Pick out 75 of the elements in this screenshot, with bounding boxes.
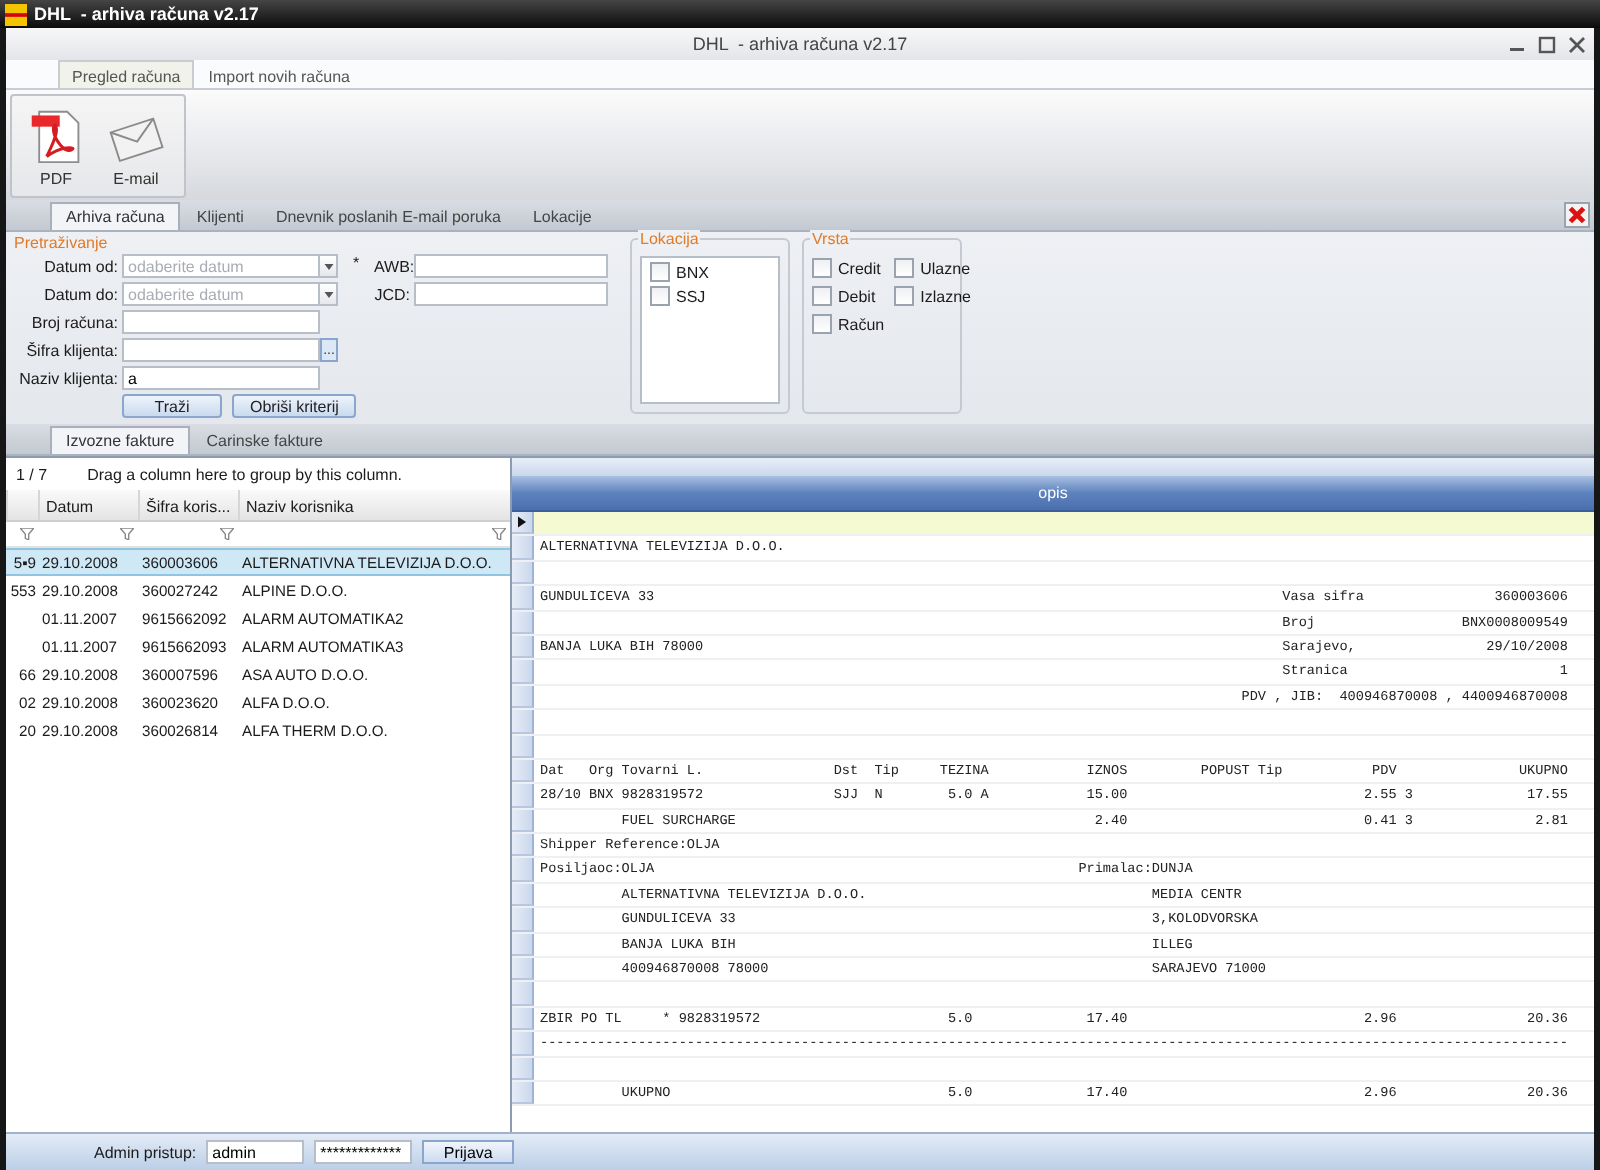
checkbox[interactable]: [812, 258, 832, 278]
tab[interactable]: Dnevnik poslanih E-mail poruka: [259, 202, 517, 230]
field-label: Šifra klijenta:: [24, 341, 120, 359]
pdf-button[interactable]: PDF: [20, 96, 92, 196]
group-hint: Drag a column here to group by this column.: [87, 466, 402, 480]
checkbox[interactable]: [650, 262, 670, 282]
input-field[interactable]: [414, 254, 608, 278]
tab[interactable]: Arhiva računa: [50, 202, 181, 230]
record-counter: 1 / 7: [16, 466, 48, 480]
report-row[interactable]: [512, 982, 1594, 1008]
input-field[interactable]: [122, 338, 320, 362]
tab[interactable]: Klijenti: [180, 202, 260, 230]
window-title: DHL - arhiva računa v2.17: [34, 4, 259, 24]
filter-icon[interactable]: [20, 528, 34, 540]
close-icon[interactable]: [1564, 202, 1590, 228]
input-field[interactable]: a: [122, 366, 320, 390]
tab[interactable]: Carinske fakture: [190, 426, 339, 454]
checkbox-label: Izlazne: [920, 287, 971, 305]
pdf-file-icon: [28, 106, 84, 166]
checkbox[interactable]: [894, 258, 915, 278]
group-title: Lokacija: [638, 230, 701, 248]
column-header[interactable]: Datum: [38, 490, 138, 520]
field-label: Admin pristup:: [94, 1143, 197, 1161]
maximize-icon[interactable]: [1538, 35, 1556, 53]
ribbon-tab[interactable]: Pregled računa: [58, 60, 195, 88]
checkbox-label: Credit: [838, 259, 881, 277]
checkbox[interactable]: [894, 286, 915, 306]
login-button[interactable]: Prijava: [422, 1140, 515, 1164]
checkbox[interactable]: [650, 286, 670, 306]
row-header[interactable]: [512, 512, 534, 535]
report-row[interactable]: [512, 710, 1594, 736]
checkbox-label: Račun: [838, 315, 885, 333]
app-caption: DHL - arhiva računa v2.17: [692, 34, 908, 54]
checkbox-label: BNX: [676, 263, 709, 281]
date-field[interactable]: odaberite datum: [122, 282, 320, 306]
checkbox-label: Debit: [838, 287, 876, 305]
field-label: Naziv klijenta:: [17, 369, 120, 387]
dropdown-button[interactable]: [320, 282, 338, 306]
filter-icon[interactable]: [492, 528, 506, 540]
input-field[interactable]: [414, 282, 608, 306]
app-logo-icon: [4, 3, 28, 25]
filter-icon[interactable]: [220, 528, 234, 540]
password-field[interactable]: *************: [314, 1140, 413, 1164]
group-title: Vrsta: [810, 230, 851, 248]
email-button[interactable]: E-mail: [100, 96, 172, 196]
required-mark: *: [350, 253, 362, 275]
caret-icon: [323, 263, 333, 269]
tab[interactable]: Izvozne fakture: [50, 426, 191, 454]
date-field[interactable]: odaberite datum: [122, 254, 320, 278]
filter-icon[interactable]: [120, 528, 134, 540]
clear-button[interactable]: Obriši kriterij: [232, 394, 357, 418]
row-pointer-icon: [518, 516, 526, 529]
field-label: JCD:: [374, 285, 412, 303]
checkbox[interactable]: [812, 286, 832, 306]
column-header[interactable]: opis: [512, 476, 1594, 512]
checkbox[interactable]: [812, 314, 832, 334]
checkbox-label: Ulazne: [920, 259, 971, 277]
column-header[interactable]: Šifra koris...: [138, 490, 238, 520]
tab[interactable]: Lokacije: [516, 202, 608, 230]
username-field[interactable]: admin: [206, 1140, 305, 1164]
input-field[interactable]: [122, 310, 320, 334]
ribbon-tab[interactable]: Import novih računa: [194, 60, 364, 88]
close-icon[interactable]: [1568, 35, 1586, 53]
dropdown-button[interactable]: [320, 254, 338, 278]
checkbox-label: SSJ: [676, 287, 706, 305]
section-title: Pretraživanje: [14, 234, 110, 252]
caret-icon: [323, 291, 333, 297]
search-button[interactable]: Traži: [122, 394, 222, 418]
report-row[interactable]: [512, 561, 1594, 587]
report-row[interactable]: [512, 735, 1594, 760]
field-label: Broj računa:: [29, 313, 120, 331]
field-label: Datum do:: [42, 285, 120, 303]
report-row[interactable]: [512, 1057, 1594, 1082]
field-label: Datum od:: [42, 257, 120, 275]
field-label: AWB:: [374, 257, 414, 275]
